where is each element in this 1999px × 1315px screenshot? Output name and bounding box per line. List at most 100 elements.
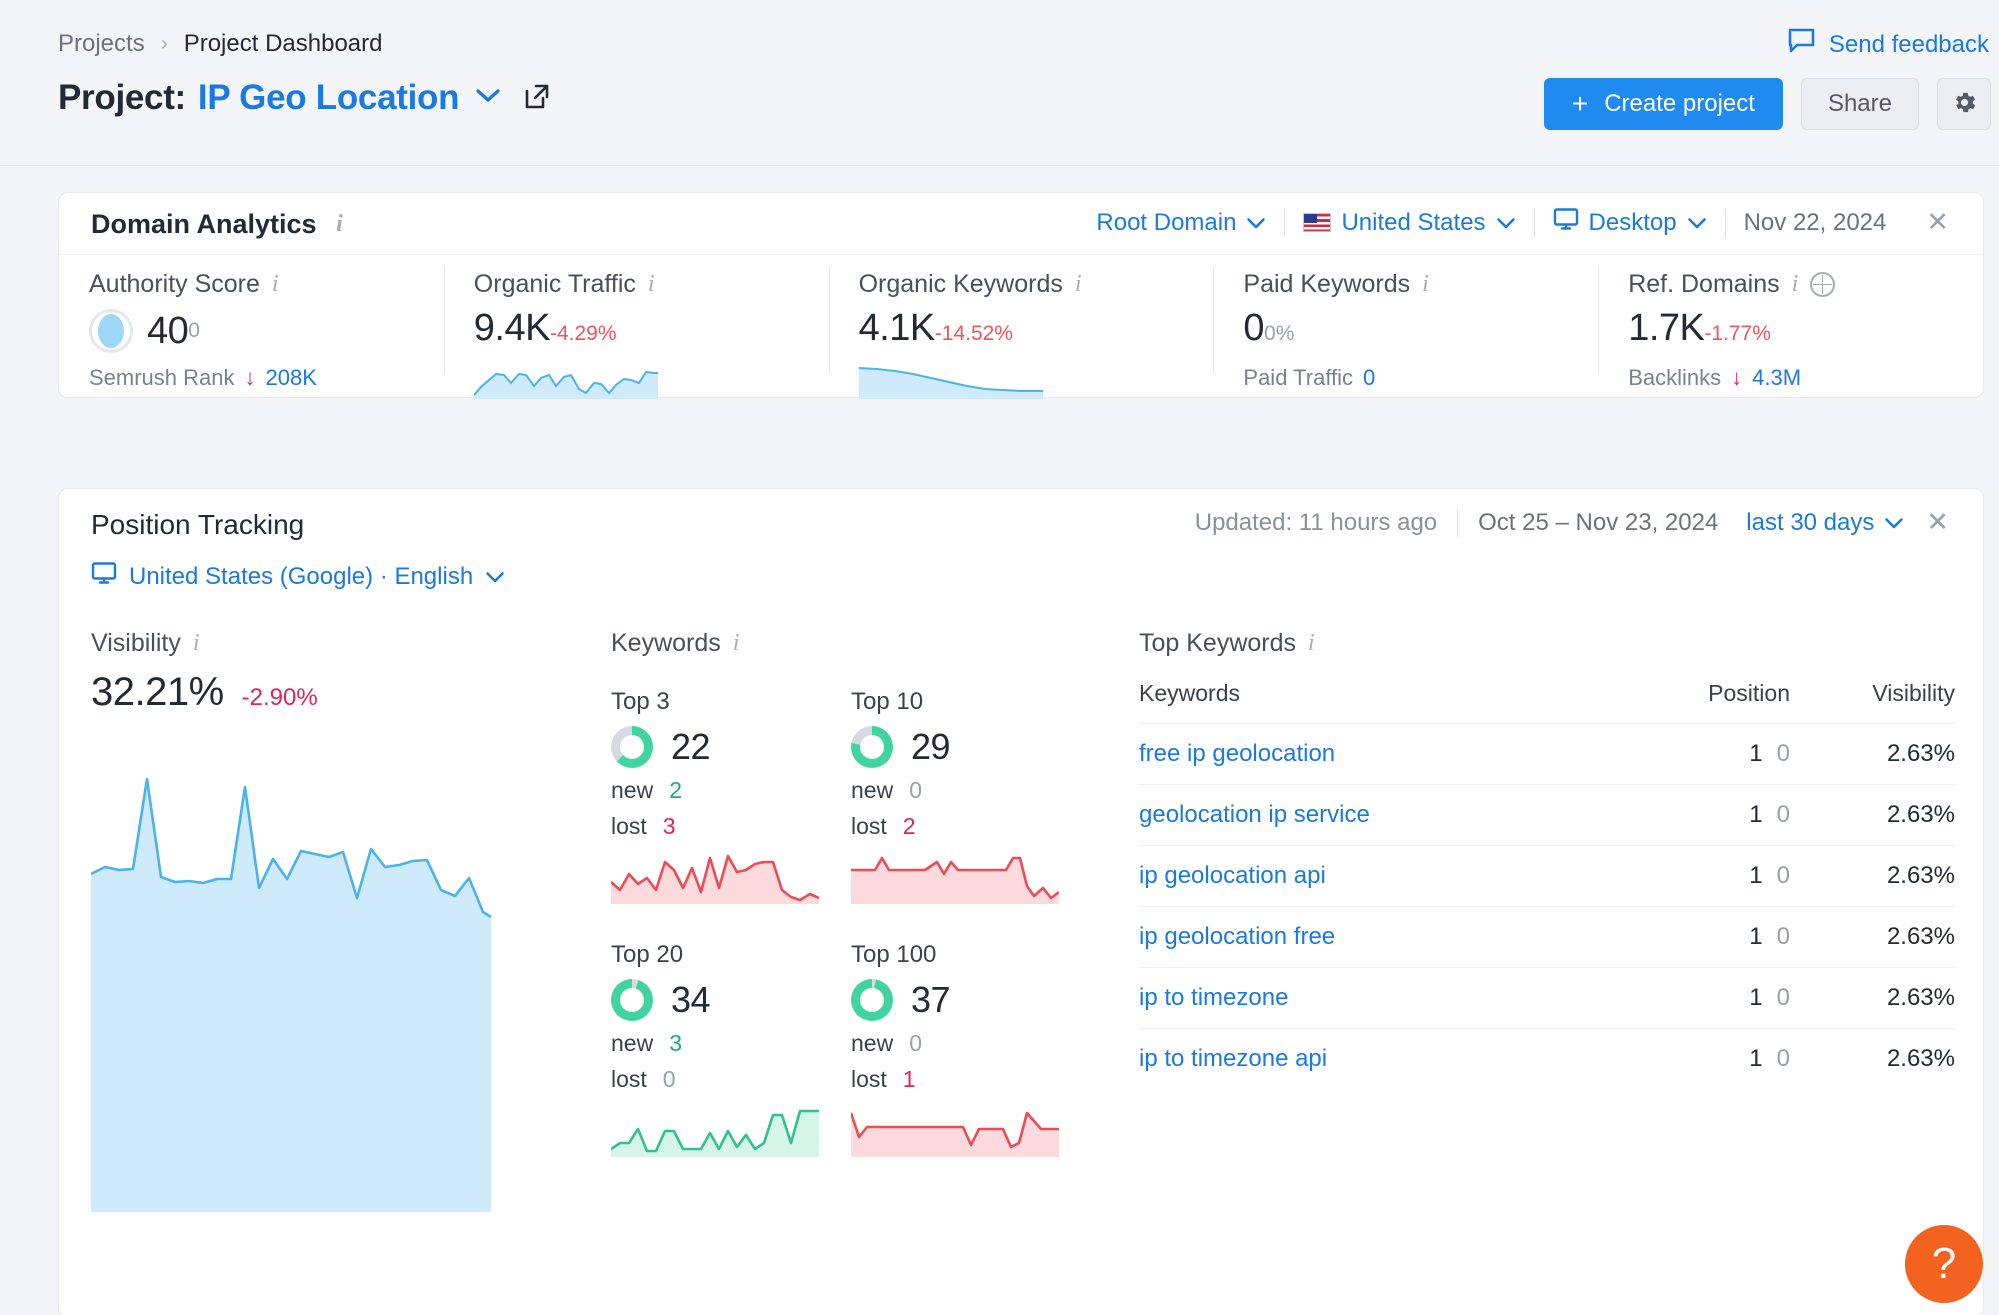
period-selector[interactable]: last 30 days	[1738, 509, 1904, 537]
backlinks-value[interactable]: 4.3M	[1752, 365, 1801, 391]
column-header-keywords[interactable]: Keywords	[1139, 680, 1600, 724]
visibility-cell: 2.63%	[1790, 906, 1955, 968]
semrush-rank-label: Semrush Rank	[89, 365, 235, 390]
metric-delta: -4.29%	[549, 322, 617, 345]
visibility-delta: -2.90%	[241, 684, 318, 711]
close-icon[interactable]: ✕	[1904, 207, 1961, 238]
keyword-bucket-top10: Top 10 29 new 0 lost 2	[851, 688, 1063, 909]
keyword-link[interactable]: ip geolocation free	[1139, 923, 1335, 950]
info-icon[interactable]: i	[193, 630, 200, 657]
new-value: 3	[669, 1030, 682, 1056]
position-tracking-card: Position Tracking United States (Google)…	[58, 488, 1984, 1315]
new-value: 2	[669, 777, 682, 803]
project-name-link[interactable]: IP Geo Location	[198, 78, 460, 118]
info-icon[interactable]: i	[272, 271, 279, 298]
top-keywords-section: Top Keywords i Keywords Position Visibil…	[1109, 607, 1983, 1315]
info-icon[interactable]: i	[733, 630, 740, 657]
column-header-visibility[interactable]: Visibility	[1790, 680, 1955, 724]
metric-label: Organic Traffic i	[473, 270, 655, 298]
globe-icon[interactable]	[1810, 272, 1836, 297]
breadcrumb: Projects › Project Dashboard	[58, 30, 382, 58]
external-link-icon[interactable]	[523, 82, 551, 115]
settings-button[interactable]	[1937, 78, 1991, 130]
chevron-down-icon[interactable]	[475, 88, 501, 109]
lost-value: 1	[902, 1066, 916, 1092]
scope-label: Root Domain	[1096, 208, 1237, 236]
info-icon[interactable]: i	[1792, 271, 1799, 298]
metric-value: 0	[1243, 307, 1265, 349]
top10-sparkline	[851, 852, 1063, 909]
keyword-link[interactable]: free ip geolocation	[1139, 740, 1335, 767]
keyword-link[interactable]: ip to timezone api	[1139, 1045, 1327, 1072]
visibility-value: 32.21%	[91, 670, 224, 714]
new-label: new	[851, 777, 894, 803]
bucket-label: Top 20	[611, 941, 684, 968]
keyword-link[interactable]: ip geolocation api	[1139, 862, 1326, 889]
domain-analytics-card: Domain Analytics i Root Domain United St…	[58, 192, 1984, 399]
chevron-down-icon	[1246, 209, 1266, 237]
domain-analytics-metrics: Authority Score i 40 0 Semrush Rank ↓ 20…	[59, 256, 1983, 399]
info-icon[interactable]: i	[648, 271, 655, 298]
breadcrumb-projects[interactable]: Projects	[58, 30, 145, 58]
keywords-label: Keywords i	[611, 629, 740, 657]
search-engine-selector[interactable]: United States (Google) · English	[91, 561, 505, 592]
paid-traffic-value[interactable]: 0	[1363, 365, 1375, 391]
info-icon[interactable]: i	[1308, 630, 1315, 657]
share-button[interactable]: Share	[1800, 78, 1919, 130]
info-icon[interactable]: i	[336, 211, 343, 238]
bucket-count: 22	[671, 726, 711, 767]
keyword-cell: ip geolocation api	[1139, 845, 1600, 907]
monitor-icon	[1553, 207, 1579, 238]
keywords-section: Keywords i Top 3 22 new 2 lost 3 Top 10 …	[589, 607, 1109, 1315]
date-label: Nov 22, 2024	[1743, 208, 1887, 236]
device-selector[interactable]: Desktop	[1535, 207, 1725, 238]
lost-label: lost	[611, 1066, 647, 1092]
position-cell: 10	[1600, 845, 1790, 907]
send-feedback-button[interactable]: Send feedback	[1788, 28, 1989, 61]
metric-organic-traffic: Organic Traffic i 9.4K -4.29%	[443, 256, 829, 399]
table-header-row: Keywords Position Visibility	[1139, 680, 1955, 724]
table-row: ip to timezone 10 2.63%	[1139, 967, 1955, 1029]
position-cell: 10	[1600, 1028, 1790, 1089]
visibility-section: Visibility i 32.21% -2.90%	[59, 607, 589, 1315]
keyword-bucket-top20: Top 20 34 new 3 lost 0	[610, 941, 823, 1162]
country-selector[interactable]: United States	[1285, 209, 1533, 237]
chevron-down-icon	[1884, 509, 1904, 537]
metric-label: Paid Keywords i	[1243, 270, 1429, 298]
bucket-label: Top 3	[611, 688, 670, 715]
help-button[interactable]: ?	[1905, 1225, 1983, 1303]
country-label: United States	[1341, 208, 1486, 236]
visibility-cell: 2.63%	[1790, 723, 1955, 785]
close-icon[interactable]: ✕	[1904, 507, 1961, 538]
new-label: new	[611, 777, 654, 803]
metric-label: Organic Keywords i	[858, 270, 1082, 298]
domain-analytics-title: Domain Analytics i	[91, 209, 343, 239]
bucket-count: 37	[911, 979, 951, 1020]
gear-icon	[1951, 89, 1978, 119]
chevron-down-icon	[1496, 209, 1516, 237]
keyword-link[interactable]: ip to timezone	[1139, 984, 1288, 1011]
metric-ref-domains: Ref. Domains i 1.7K -1.77% Backlinks ↓ 4…	[1598, 256, 1983, 398]
scope-selector[interactable]: Root Domain	[1078, 209, 1284, 237]
semrush-rank-value[interactable]: 208K	[266, 365, 317, 391]
breadcrumb-separator-icon: ›	[160, 32, 168, 55]
visibility-cell: 2.63%	[1790, 784, 1955, 846]
authority-score-gauge	[89, 309, 133, 353]
new-value: 0	[909, 777, 922, 803]
organic-keywords-sparkline	[858, 361, 1214, 404]
top20-sparkline	[610, 1105, 823, 1162]
info-icon[interactable]: i	[1075, 271, 1082, 298]
metric-label: Authority Score i	[89, 270, 279, 298]
top100-sparkline	[849, 1105, 1063, 1162]
create-project-button[interactable]: + Create project	[1543, 78, 1783, 130]
column-header-position[interactable]: Position	[1600, 680, 1790, 724]
info-icon[interactable]: i	[1422, 271, 1429, 298]
header-actions: + Create project Share	[1543, 78, 1991, 130]
visibility-trend-chart[interactable]	[90, 757, 589, 1217]
keyword-link[interactable]: geolocation ip service	[1139, 801, 1370, 828]
lost-label: lost	[851, 1066, 887, 1092]
date-range-label: Oct 25 – Nov 23, 2024	[1478, 508, 1719, 536]
top-keywords-table: Keywords Position Visibility free ip geo…	[1139, 680, 1955, 1089]
metric-delta: 0%	[1264, 322, 1295, 345]
position-cell: 10	[1600, 784, 1790, 846]
